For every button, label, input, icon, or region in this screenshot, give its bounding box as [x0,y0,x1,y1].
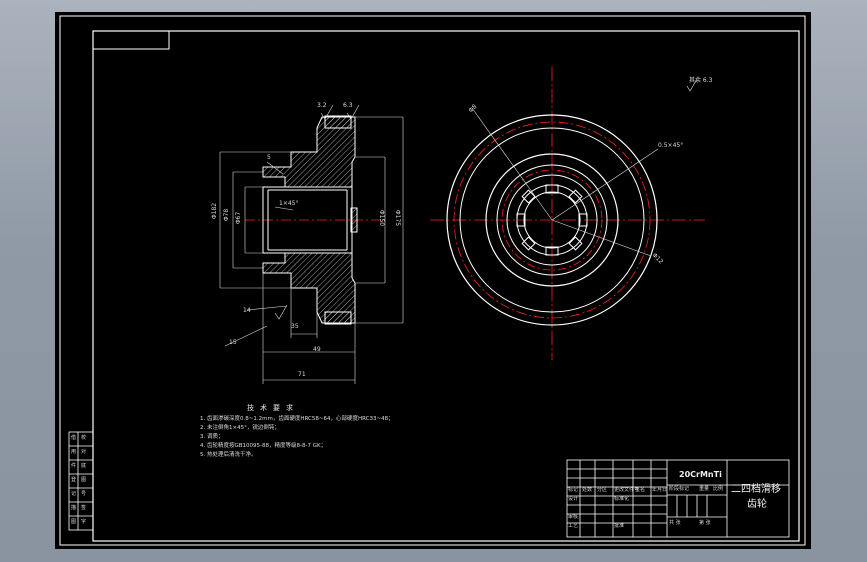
tb-cell-weight: 重量 [699,486,710,492]
tb-cell-date: 年月日 [652,487,668,493]
cad-drawing [59,15,806,546]
tb-cell-standard: 标准化 [614,496,630,502]
strip-label-11: 图 [81,477,87,483]
tech-req-line-1: 1. 齿面渗碳深度0.8~1.2mm，齿面硬度HRC58~64，心部硬度HRC3… [200,416,394,422]
dim-len-ref: 35 [291,323,299,330]
title-block-part-name-line2: 齿轮 [747,499,767,510]
tb-cell-zone: 分区 [597,487,608,493]
tb-cell-sheet-no: 第 张 [699,520,711,526]
tb-cell-total-sheets: 共 张 [669,520,681,526]
front-chamfer-label: 0.5×45° [658,142,684,149]
inner-border [92,30,800,542]
dim-mark-15: 15 [229,339,237,346]
dim-len-total: 71 [298,371,306,378]
dim-len-body: 49 [313,346,321,353]
strip-label-1: 借 [71,435,77,441]
strip-label-6: 描 [71,505,77,511]
tb-cell-mark: 标记 [568,487,579,493]
strip-label-10: 底 [81,463,87,469]
strip-label-5: 记 [71,491,77,497]
tb-cell-design: 设计 [568,496,579,502]
dim-d175: Φ175 [394,209,402,227]
strip-label-8: 校 [81,435,87,441]
tb-cell-approve: 批准 [614,523,625,529]
strip-label-9: 对 [81,449,87,455]
surface-finish-note: 其余 6.3 [689,77,713,84]
drawing-canvas[interactable]: Φ182 Φ78 Φ67 Φ150 Φ175 1×45° 5 14 35 49 … [55,12,811,549]
dim-chamfer: 1×45° [279,200,299,207]
strip-label-2: 用 [71,449,77,455]
strip-label-4: 登 [71,477,77,483]
tech-req-title: 技术要求 [247,404,299,412]
tb-cell-process: 工艺 [568,523,579,529]
dim-d67: Φ67 [235,211,243,225]
tb-cell-sign: 签名 [635,487,646,493]
title-block-part-name-line1: 二四档滑移 [731,484,781,495]
dim-d150: Φ150 [378,209,386,227]
tech-req-line-3: 3. 调质； [200,434,224,440]
roughness-label-2: 6.3 [343,102,353,109]
strip-label-14: 字 [81,519,87,525]
section-view [219,104,404,384]
tb-cell-stage: 阶段标记 [669,486,690,492]
dim-r14: 14 [243,307,251,314]
title-block-material: 20CrMnTi [679,470,722,479]
strip-label-3: 件 [71,463,77,469]
tech-req-line-2: 2. 未注倒角1×45°，锐边倒钝； [200,425,280,431]
tb-cell-review: 审核 [568,514,579,520]
roughness-label-1: 3.2 [317,102,327,109]
corner-code-box [92,30,170,50]
tb-cell-count: 处数 [582,487,593,493]
strip-label-12: 号 [81,491,87,497]
tech-req-line-5: 5. 热处理后清洗干净。 [200,452,257,458]
tech-req-line-4: 4. 齿轮精度按GB10095-88，精度等级8-8-7 GK； [200,443,327,449]
dim-d78: Φ78 [223,208,231,222]
strip-label-13: 签 [81,505,87,511]
outer-border [59,15,806,546]
strip-label-7: 图 [71,519,77,525]
tb-cell-scale: 比例 [713,486,724,492]
dim-r5: 5 [267,154,271,161]
dim-d182: Φ182 [211,202,219,220]
